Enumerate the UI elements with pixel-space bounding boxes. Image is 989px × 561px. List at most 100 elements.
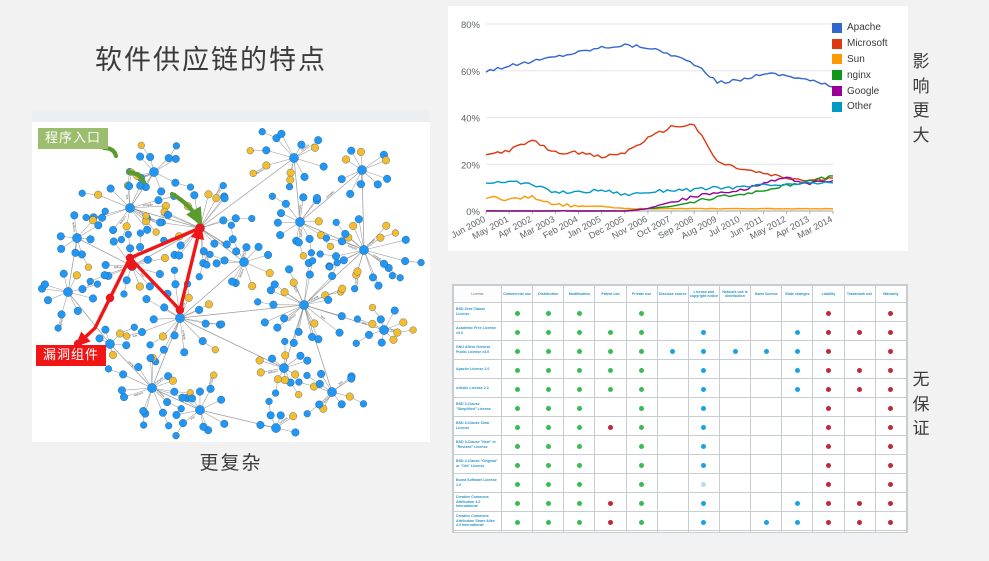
graph-node[interactable] xyxy=(137,141,145,149)
graph-node[interactable] xyxy=(285,183,294,191)
graph-node[interactable] xyxy=(124,230,132,238)
graph-node[interactable] xyxy=(56,232,65,241)
graph-node[interactable] xyxy=(122,341,131,350)
graph-node[interactable] xyxy=(279,363,289,373)
graph-node[interactable] xyxy=(417,259,425,267)
graph-node[interactable] xyxy=(160,303,169,312)
graph-node[interactable] xyxy=(220,256,229,265)
table-row[interactable]: Apache License 2.0 xyxy=(453,359,907,379)
graph-node[interactable] xyxy=(315,379,324,388)
graph-node[interactable] xyxy=(139,407,148,416)
graph-node[interactable] xyxy=(380,259,388,268)
graph-node[interactable] xyxy=(295,391,303,399)
graph-node[interactable] xyxy=(319,162,328,171)
graph-node[interactable] xyxy=(388,272,397,280)
graph-node[interactable] xyxy=(101,207,109,215)
graph-node[interactable] xyxy=(100,271,109,280)
graph-node[interactable] xyxy=(393,328,402,337)
graph-node[interactable] xyxy=(84,263,92,271)
table-row[interactable]: Creative Commons Zero v1.0 Universal xyxy=(453,530,907,532)
graph-node[interactable] xyxy=(346,189,355,198)
graph-node[interactable] xyxy=(333,259,341,267)
table-row[interactable]: Creative Commons Attribution Share Alike… xyxy=(453,511,907,531)
graph-node[interactable] xyxy=(135,282,144,291)
graph-node[interactable] xyxy=(281,199,290,208)
graph-node[interactable] xyxy=(198,337,207,346)
graph-node[interactable] xyxy=(108,350,117,359)
graph-node[interactable] xyxy=(337,312,346,321)
graph-node[interactable] xyxy=(136,152,145,161)
graph-node[interactable] xyxy=(159,345,168,354)
graph-node[interactable] xyxy=(317,369,326,378)
graph-node[interactable] xyxy=(120,290,128,298)
graph-node[interactable] xyxy=(345,392,354,401)
graph-node[interactable] xyxy=(373,180,382,189)
graph-node[interactable] xyxy=(273,323,282,332)
graph-node[interactable] xyxy=(273,375,282,384)
graph-node[interactable] xyxy=(212,259,221,268)
graph-node[interactable] xyxy=(281,351,290,360)
graph-node[interactable] xyxy=(163,398,172,407)
graph-node[interactable] xyxy=(269,300,278,309)
graph-node[interactable] xyxy=(382,221,391,230)
graph-node[interactable] xyxy=(211,346,219,354)
chart-legend-item[interactable]: Other xyxy=(832,99,900,115)
graph-node[interactable] xyxy=(327,387,337,397)
graph-node[interactable] xyxy=(195,305,204,314)
graph-node[interactable] xyxy=(310,319,319,328)
graph-node[interactable] xyxy=(109,226,118,235)
graph-node[interactable] xyxy=(152,228,160,236)
graph-node[interactable] xyxy=(268,192,276,200)
graph-node[interactable] xyxy=(309,257,317,265)
graph-node[interactable] xyxy=(266,411,275,420)
graph-node[interactable] xyxy=(258,128,266,136)
graph-node[interactable] xyxy=(277,129,286,138)
graph-node[interactable] xyxy=(322,234,330,242)
graph-node[interactable] xyxy=(338,284,347,293)
graph-node[interactable] xyxy=(289,153,299,163)
graph-node[interactable] xyxy=(195,273,203,281)
graph-node[interactable] xyxy=(210,371,218,379)
graph-node[interactable] xyxy=(105,339,115,349)
graph-node[interactable] xyxy=(271,423,281,433)
graph-node[interactable] xyxy=(286,175,295,184)
graph-node[interactable] xyxy=(180,348,189,357)
graph-node[interactable] xyxy=(381,156,390,165)
graph-node[interactable] xyxy=(101,325,110,334)
graph-node[interactable] xyxy=(335,328,344,337)
graph-node[interactable] xyxy=(72,271,81,280)
graph-node[interactable] xyxy=(176,241,185,250)
graph-node[interactable] xyxy=(299,193,308,202)
graph-node-critical[interactable] xyxy=(125,253,135,263)
graph-node[interactable] xyxy=(359,400,368,408)
graph-node[interactable] xyxy=(125,203,135,213)
graph-node[interactable] xyxy=(98,213,107,222)
graph-node[interactable] xyxy=(328,272,337,280)
table-row[interactable]: BSD 3-Clause Clear License xyxy=(453,416,907,436)
graph-node[interactable] xyxy=(352,339,360,347)
graph-node[interactable] xyxy=(117,386,126,395)
graph-node[interactable] xyxy=(123,332,131,340)
graph-node[interactable] xyxy=(401,235,410,244)
graph-node[interactable] xyxy=(262,161,271,170)
graph-node[interactable] xyxy=(171,178,180,187)
graph-node-critical[interactable] xyxy=(175,305,185,315)
graph-node[interactable] xyxy=(143,225,152,234)
graph-node[interactable] xyxy=(314,335,323,344)
graph-node[interactable] xyxy=(316,250,324,258)
graph-node[interactable] xyxy=(125,182,134,191)
graph-node[interactable] xyxy=(311,143,319,152)
graph-node[interactable] xyxy=(365,330,373,339)
graph-node[interactable] xyxy=(277,209,286,218)
graph-node[interactable] xyxy=(195,387,204,396)
graph-node[interactable] xyxy=(280,314,289,323)
graph-node[interactable] xyxy=(175,251,184,260)
graph-node[interactable] xyxy=(158,332,167,341)
graph-node[interactable] xyxy=(276,231,285,240)
graph-node[interactable] xyxy=(71,248,80,257)
graph-node[interactable] xyxy=(369,273,377,282)
graph-node[interactable] xyxy=(289,278,298,287)
graph-node[interactable] xyxy=(376,233,385,242)
graph-node[interactable] xyxy=(170,266,179,274)
graph-node[interactable] xyxy=(63,287,73,297)
